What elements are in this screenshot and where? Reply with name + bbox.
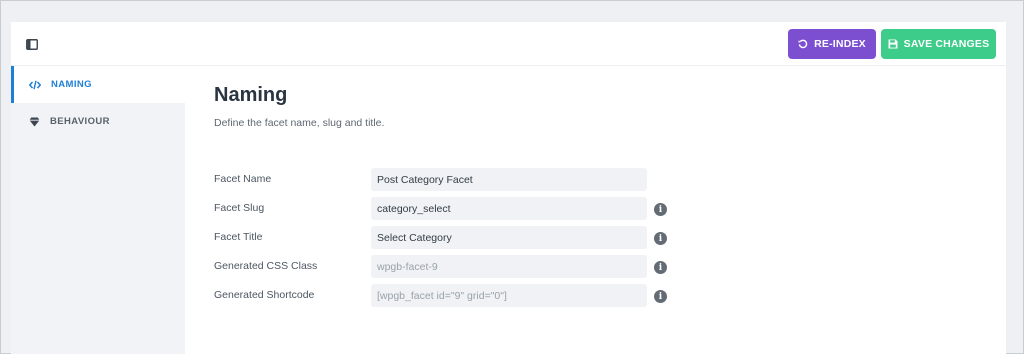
save-changes-label: SAVE CHANGES — [903, 38, 990, 50]
facet-title-input[interactable] — [371, 226, 647, 249]
settings-panel: RE-INDEX SAVE CHANGES NAMING BEHAVIOUR N… — [11, 22, 1006, 354]
info-icon[interactable]: i — [654, 261, 667, 274]
sidebar-item-naming[interactable]: NAMING — [11, 66, 185, 103]
facet-title-label: Facet Title — [214, 231, 263, 243]
info-icon[interactable]: i — [654, 290, 667, 303]
facet-slug-label: Facet Slug — [214, 202, 265, 214]
facet-slug-input[interactable] — [371, 197, 647, 220]
css-class-field[interactable] — [371, 255, 647, 278]
facet-name-label: Facet Name — [214, 173, 272, 185]
reindex-button[interactable]: RE-INDEX — [788, 29, 876, 59]
save-changes-button[interactable]: SAVE CHANGES — [881, 29, 996, 59]
refresh-icon — [798, 39, 808, 49]
sidebar-item-behaviour[interactable]: BEHAVIOUR — [11, 103, 185, 140]
info-icon[interactable]: i — [654, 203, 667, 216]
top-toolbar: RE-INDEX SAVE CHANGES — [11, 22, 1006, 66]
page-subtitle: Define the facet name, slug and title. — [214, 117, 385, 129]
sidebar-toggle-icon — [26, 38, 38, 50]
info-icon[interactable]: i — [654, 232, 667, 245]
shortcode-label: Generated Shortcode — [214, 289, 315, 301]
save-icon — [888, 39, 898, 49]
facet-name-input[interactable] — [371, 168, 647, 191]
reindex-label: RE-INDEX — [814, 38, 866, 50]
diamond-icon — [29, 117, 40, 126]
sidebar-toggle-button[interactable] — [21, 33, 43, 55]
code-icon — [29, 80, 41, 89]
sidebar-item-label: BEHAVIOUR — [50, 116, 110, 127]
css-class-label: Generated CSS Class — [214, 260, 318, 272]
page-title: Naming — [214, 84, 288, 106]
sidebar-item-label: NAMING — [51, 79, 92, 90]
shortcode-field[interactable] — [371, 284, 647, 307]
settings-sidebar: NAMING BEHAVIOUR — [11, 66, 185, 354]
